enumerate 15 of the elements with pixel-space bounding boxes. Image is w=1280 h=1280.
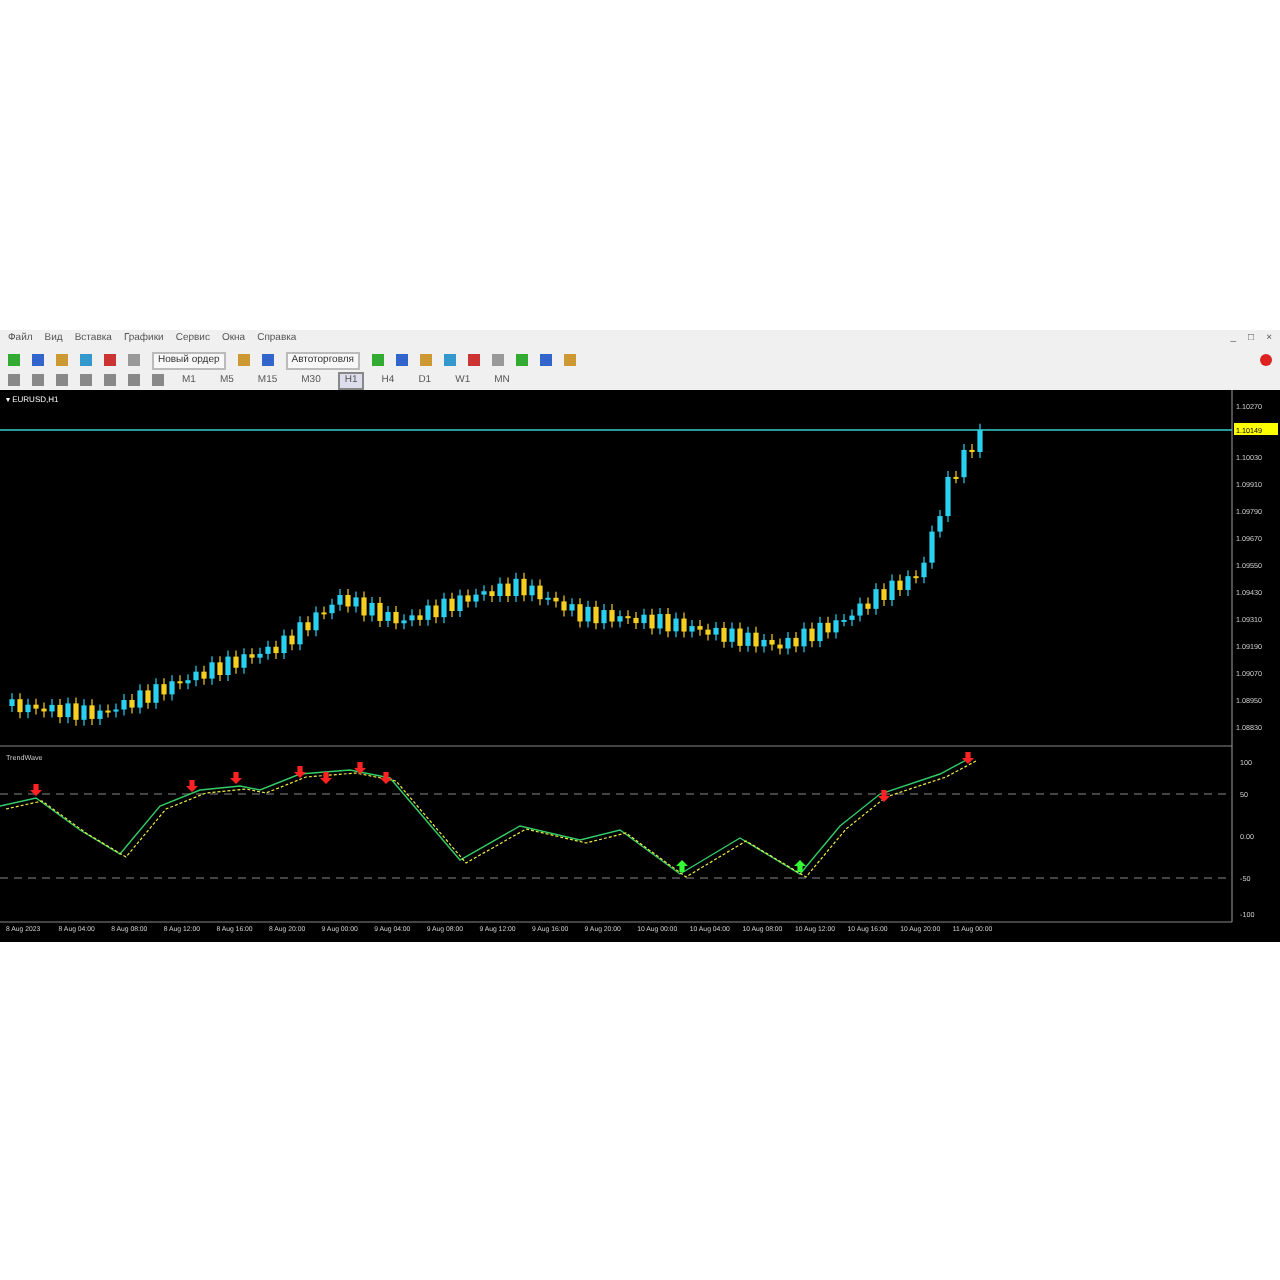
square-icon[interactable]: [261, 354, 274, 366]
down-arrow-icon: [294, 766, 306, 778]
down-arrow-icon: [354, 762, 366, 774]
up-arrow-icon: [676, 860, 688, 872]
down-arrow-icon: [878, 790, 890, 802]
down-arrow-icon: [962, 752, 974, 764]
down-arrow-icon: [380, 772, 392, 784]
down-arrow-icon: [320, 772, 332, 784]
down-arrow-icon: [186, 780, 198, 792]
alert-icon[interactable]: [1260, 354, 1272, 366]
up-arrow-icon: [794, 860, 806, 872]
square-icon[interactable]: [237, 354, 250, 366]
down-arrow-icon: [30, 784, 42, 796]
down-arrow-icon: [230, 772, 242, 784]
current-price-label: [1234, 423, 1278, 435]
